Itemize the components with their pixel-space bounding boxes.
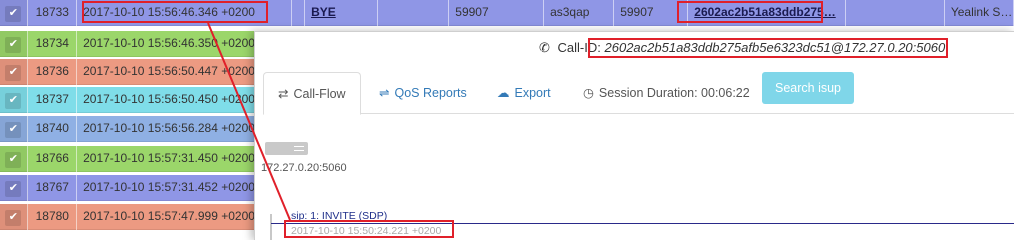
tab-call-flow[interactable]: ⇄ Call-Flow — [263, 72, 361, 115]
date-cell-text: 2017-10-10 15:56:46.350 +0200 — [83, 36, 255, 50]
date-cell-text: 2017-10-10 15:56:50.450 +0200 — [83, 92, 255, 106]
check-icon[interactable]: ✔ — [5, 152, 22, 168]
check-cell[interactable]: ✔ — [0, 59, 28, 85]
user-cell: as3qap — [544, 0, 615, 26]
user-agent-cell: Yealink S… — [945, 0, 1014, 26]
id-cell-text: 18767 — [35, 180, 69, 194]
date-cell-text: 2017-10-10 15:57:31.452 +0200 — [83, 180, 255, 194]
host-label: 172.27.0.20:5060 — [261, 162, 347, 174]
check-icon[interactable]: ✔ — [5, 181, 22, 197]
tab-export-label: Export — [514, 86, 551, 100]
call-id-header: ✆ Call-ID: 2602ac2b51a83ddb275afb5e6323d… — [539, 40, 945, 56]
clock-icon: ◷ — [583, 86, 594, 100]
method-cell-text: BYE — [311, 5, 336, 19]
exchange-icon: ⇄ — [278, 87, 289, 101]
call-detail-modal: ✆ Call-ID: 2602ac2b51a83ddb275afb5e6323d… — [254, 31, 1014, 240]
id-cell-text: 18740 — [35, 121, 69, 135]
blank-cell — [846, 0, 945, 26]
user-agent-cell-text: Yealink S… — [950, 5, 1013, 19]
call-id-label: Call-ID: — [557, 40, 601, 55]
tab-qos-reports-label: QoS Reports — [394, 86, 467, 100]
dest-port-cell: 59907 — [614, 0, 689, 26]
id-cell: 18734 — [28, 31, 78, 57]
id-cell-text: 18766 — [35, 151, 69, 165]
date-cell-text: 2017-10-10 15:56:46.346 +0200 — [83, 5, 255, 19]
lifeline — [270, 214, 272, 240]
check-icon[interactable]: ✔ — [5, 210, 22, 226]
flow-message-timestamp: 2017-10-10 15:50:24.221 +0200 — [291, 225, 442, 237]
id-cell-text: 18737 — [35, 92, 69, 106]
date-cell-text: 2017-10-10 15:56:50.447 +0200 — [83, 64, 255, 78]
check-icon[interactable]: ✔ — [5, 37, 22, 53]
shuffle-icon: ⇌ — [379, 86, 390, 100]
id-cell: 18766 — [28, 146, 78, 172]
date-cell-text: 2017-10-10 15:57:47.999 +0200 — [83, 209, 255, 223]
check-cell[interactable]: ✔ — [0, 204, 28, 230]
table-row[interactable]: ✔ 18733 2017-10-10 15:56:46.346 +0200 BYE 59… — [0, 0, 1014, 26]
check-icon[interactable]: ✔ — [5, 93, 22, 109]
tab-call-flow-label: Call-Flow — [293, 87, 346, 101]
flow-message-label[interactable]: sip: 1: INVITE (SDP) — [291, 210, 387, 222]
method-cell[interactable]: BYE — [305, 0, 379, 26]
blank-cell — [378, 0, 450, 26]
check-icon[interactable]: ✔ — [5, 6, 22, 22]
source-port-cell: 59907 — [449, 0, 545, 26]
cloud-icon: ☁ — [497, 86, 510, 100]
call-id-cell-text: 2602ac2b51a83ddb275… — [694, 5, 836, 19]
id-cell-text: 18736 — [35, 64, 69, 78]
date-cell-text: 2017-10-10 15:57:31.450 +0200 — [83, 151, 255, 165]
check-cell[interactable]: ✔ — [0, 0, 28, 26]
id-cell-text: 18734 — [35, 36, 69, 50]
tab-qos-reports[interactable]: ⇌ QoS Reports — [365, 72, 481, 114]
id-cell: 18780 — [28, 204, 78, 230]
check-cell[interactable]: ✔ — [0, 116, 28, 142]
id-cell-text: 18733 — [35, 5, 69, 19]
date-cell-text: 2017-10-10 15:56:56.284 +0200 — [83, 121, 255, 135]
dest-port-cell-text: 59907 — [620, 5, 654, 19]
id-cell: 18737 — [28, 87, 78, 113]
phone-icon: ✆ — [539, 40, 550, 55]
check-cell[interactable]: ✔ — [0, 175, 28, 201]
search-isup-button[interactable]: Search isup — [762, 72, 854, 104]
source-port-cell-text: 59907 — [455, 5, 489, 19]
check-cell[interactable]: ✔ — [0, 31, 28, 57]
id-cell: 18767 — [28, 175, 78, 201]
flow-message-arrow[interactable] — [271, 223, 1014, 224]
check-icon[interactable]: ✔ — [5, 65, 22, 81]
check-icon[interactable]: ✔ — [5, 122, 22, 138]
session-duration: ◷ Session Duration: 00:06:22 — [569, 72, 764, 114]
id-cell-text: 18780 — [35, 209, 69, 223]
server-icon — [265, 142, 308, 155]
id-cell: 18736 — [28, 59, 78, 85]
user-cell-text: as3qap — [550, 5, 590, 19]
tab-export[interactable]: ☁ Export — [483, 72, 565, 114]
blank-cell — [292, 0, 306, 26]
check-cell[interactable]: ✔ — [0, 87, 28, 113]
id-cell: 18733 — [28, 0, 78, 26]
session-duration-label: Session Duration: 00:06:22 — [598, 86, 750, 100]
modal-tabs: ⇄ Call-Flow ⇌ QoS Reports ☁ Export ◷ Session… — [263, 72, 1014, 115]
check-cell[interactable]: ✔ — [0, 146, 28, 172]
id-cell: 18740 — [28, 116, 78, 142]
date-cell: 2017-10-10 15:56:46.346 +0200 — [77, 0, 293, 26]
call-id-cell[interactable]: 2602ac2b51a83ddb275… — [688, 0, 847, 26]
call-id-value: 2602ac2b51a83ddb275afb5e6323dc51@172.27.… — [604, 40, 946, 55]
